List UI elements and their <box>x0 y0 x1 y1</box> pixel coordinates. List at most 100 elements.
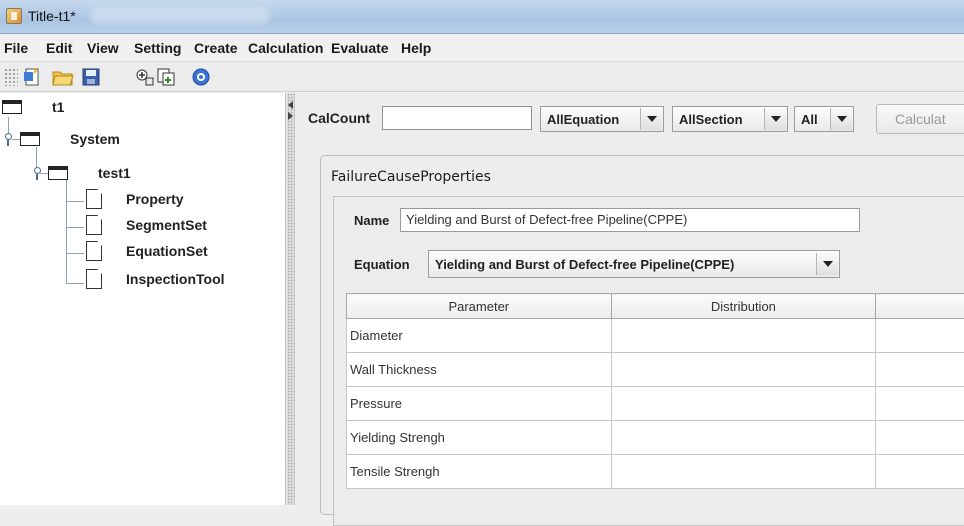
parameter-cell[interactable]: Wall Thickness <box>347 353 612 387</box>
tree-label: Property <box>126 191 184 207</box>
name-label: Name <box>354 213 389 228</box>
equation-dropdown[interactable]: Yielding and Burst of Defect-free Pipeli… <box>428 250 840 278</box>
chevron-down-icon[interactable] <box>640 108 662 130</box>
section-filter-value: AllSection <box>673 112 764 127</box>
toolbar <box>0 62 964 92</box>
value-cell[interactable] <box>876 455 964 489</box>
calcount-input[interactable] <box>382 106 532 130</box>
value-cell[interactable] <box>876 319 964 353</box>
menu-bar: File Edit View Setting Create Calculatio… <box>0 35 964 62</box>
table-row[interactable]: Yielding Strengh <box>347 421 964 455</box>
calcount-label: CalCount <box>308 110 370 126</box>
tree-node-segmentset[interactable]: SegmentSet <box>86 215 207 235</box>
tree-node-inspectiontool[interactable]: InspectionTool <box>86 269 225 289</box>
new-icon[interactable] <box>22 66 44 88</box>
menu-evaluate[interactable]: Evaluate <box>331 40 389 56</box>
properties-pane: CalCount AllEquation AllSection All Calc… <box>296 93 964 505</box>
menu-calculation[interactable]: Calculation <box>248 40 323 56</box>
distribution-cell[interactable] <box>611 353 876 387</box>
tree-connector <box>66 283 84 284</box>
tree-label: EquationSet <box>126 243 208 259</box>
menu-file[interactable]: File <box>4 40 28 56</box>
value-cell[interactable] <box>876 421 964 455</box>
tree-label: System <box>70 131 120 147</box>
toolbar-grip[interactable] <box>4 68 18 86</box>
all-filter-dropdown[interactable]: All <box>794 106 854 132</box>
equation-filter-dropdown[interactable]: AllEquation <box>540 106 664 132</box>
tree-node-property[interactable]: Property <box>86 189 184 209</box>
panel-title: FailureCauseProperties <box>331 169 491 185</box>
tree-label: SegmentSet <box>126 217 207 233</box>
save-icon[interactable] <box>80 66 102 88</box>
collapse-left-arrow-icon[interactable] <box>288 101 294 109</box>
menu-edit[interactable]: Edit <box>46 40 72 56</box>
calculate-button[interactable]: Calculat <box>876 104 964 134</box>
document-icon <box>86 241 102 261</box>
parameter-cell[interactable]: Tensile Strengh <box>347 455 612 489</box>
failure-cause-properties-panel: FailureCauseProperties Name Yielding and… <box>320 155 964 515</box>
equation-filter-value: AllEquation <box>541 112 640 127</box>
copy-icon[interactable] <box>155 66 177 88</box>
menu-help[interactable]: Help <box>401 40 431 56</box>
distribution-cell[interactable] <box>611 319 876 353</box>
chevron-down-icon[interactable] <box>830 108 852 130</box>
blurred-title-area <box>90 8 270 24</box>
table-row[interactable]: Pressure <box>347 387 964 421</box>
folder-icon <box>2 100 22 114</box>
chevron-down-icon[interactable] <box>816 253 838 275</box>
menu-view[interactable]: View <box>87 40 119 56</box>
table-header-row: Parameter Distribution <box>347 294 964 319</box>
distribution-cell[interactable] <box>611 421 876 455</box>
table-row[interactable]: Tensile Strengh <box>347 455 964 489</box>
chevron-down-icon[interactable] <box>764 108 786 130</box>
table-row[interactable]: Wall Thickness <box>347 353 964 387</box>
menu-setting[interactable]: Setting <box>134 40 181 56</box>
java-app-icon <box>6 8 22 24</box>
open-folder-icon[interactable] <box>52 66 74 88</box>
tree-node-equationset[interactable]: EquationSet <box>86 241 208 261</box>
distribution-cell[interactable] <box>611 387 876 421</box>
menu-create[interactable]: Create <box>194 40 238 56</box>
add-node-icon[interactable] <box>134 66 156 88</box>
help-icon[interactable] <box>190 66 212 88</box>
distribution-cell[interactable] <box>611 455 876 489</box>
tree-label: t1 <box>52 99 64 115</box>
value-cell[interactable] <box>876 353 964 387</box>
folder-icon <box>20 132 40 146</box>
tree-connector <box>66 179 67 283</box>
expand-right-arrow-icon[interactable] <box>288 112 294 120</box>
column-header-extra[interactable] <box>876 294 964 319</box>
tree-node-system[interactable]: System <box>20 131 120 147</box>
document-icon <box>86 215 102 235</box>
column-header-distribution[interactable]: Distribution <box>611 294 876 319</box>
split-divider[interactable] <box>287 93 295 505</box>
parameter-cell[interactable]: Pressure <box>347 387 612 421</box>
all-filter-value: All <box>795 112 830 127</box>
document-icon <box>86 189 102 209</box>
tree-connector <box>66 201 84 202</box>
title-bar: Title-t1* <box>0 0 964 34</box>
tree-connector <box>66 253 84 254</box>
properties-form: Name Yielding and Burst of Defect-free P… <box>333 196 964 526</box>
tree-label: test1 <box>98 165 131 181</box>
tree-label: InspectionTool <box>126 271 225 287</box>
parameter-cell[interactable]: Diameter <box>347 319 612 353</box>
tree-node-root[interactable]: t1 <box>2 99 64 115</box>
window-title: Title-t1* <box>28 8 76 24</box>
table-row[interactable]: Diameter <box>347 319 964 353</box>
tree-connector <box>66 227 84 228</box>
section-filter-dropdown[interactable]: AllSection <box>672 106 788 132</box>
column-header-parameter[interactable]: Parameter <box>347 294 612 319</box>
value-cell[interactable] <box>876 387 964 421</box>
project-tree: t1 System test1 Property SegmentSet Equa… <box>0 93 286 505</box>
parameter-cell[interactable]: Yielding Strengh <box>347 421 612 455</box>
equation-label: Equation <box>354 257 410 272</box>
name-field[interactable]: Yielding and Burst of Defect-free Pipeli… <box>400 208 860 232</box>
document-icon <box>86 269 102 289</box>
folder-icon <box>48 166 68 180</box>
expand-toggle-icon[interactable] <box>32 167 41 176</box>
expand-toggle-icon[interactable] <box>3 133 12 142</box>
tree-node-test1[interactable]: test1 <box>48 165 131 181</box>
equation-value: Yielding and Burst of Defect-free Pipeli… <box>429 257 816 272</box>
parameter-table: Parameter Distribution Diameter Wall Thi… <box>346 293 964 489</box>
